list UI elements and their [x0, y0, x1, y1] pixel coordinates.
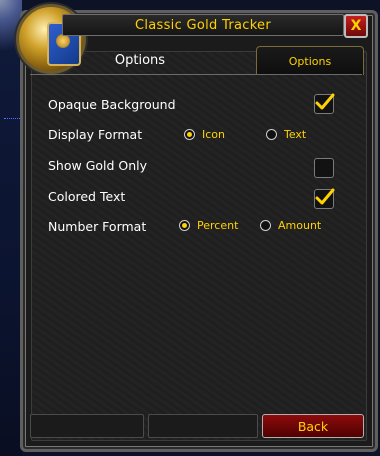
option-row-opaque-background: Opaque Background [48, 94, 176, 114]
radio-label: Text [284, 128, 307, 141]
number-format-amount-radio[interactable]: Amount [260, 219, 321, 232]
opaque-background-checkbox[interactable] [314, 93, 335, 114]
radio-dot-selected [179, 220, 190, 231]
option-label: Show Gold Only [48, 157, 148, 173]
check-icon [315, 188, 335, 205]
window-footer: Back [30, 414, 364, 440]
radio-label: Icon [202, 128, 225, 141]
background-dotted-marker [4, 118, 20, 125]
option-row-show-gold-only: Show Gold Only [48, 155, 147, 175]
option-row-display-format: Display Format [48, 124, 142, 144]
options-tabs: Options Options [30, 46, 364, 75]
back-button[interactable]: Back [262, 414, 364, 438]
display-format-icon-radio[interactable]: Icon [184, 128, 225, 141]
close-button[interactable]: X [344, 14, 368, 38]
radio-label: Percent [197, 219, 239, 232]
tab-options-active[interactable]: Options [256, 46, 364, 75]
window-title: Classic Gold Tracker [134, 17, 271, 33]
option-label: Display Format [48, 126, 143, 142]
number-format-percent-radio[interactable]: Percent [179, 219, 238, 232]
footer-slot-left [30, 414, 144, 438]
tab-divider [30, 74, 362, 75]
check-icon [315, 93, 335, 110]
option-label: Number Format [48, 218, 147, 234]
option-row-colored-text: Colored Text [48, 186, 125, 206]
option-label: Opaque Background [48, 96, 176, 112]
colored-text-checkbox[interactable] [314, 188, 335, 209]
game-background-left [0, 0, 22, 456]
tab-options-left[interactable]: Options [30, 46, 250, 74]
display-format-text-radio[interactable]: Text [266, 128, 306, 141]
close-icon: X [350, 18, 362, 34]
option-label: Colored Text [48, 188, 126, 204]
radio-dot [260, 220, 271, 231]
show-gold-only-checkbox[interactable] [314, 158, 334, 178]
radio-dot [266, 129, 277, 140]
footer-slot-middle [148, 414, 258, 438]
back-button-label: Back [297, 418, 329, 434]
option-row-number-format: Number Format [48, 216, 146, 236]
radio-dot-selected [184, 129, 195, 140]
radio-label: Amount [278, 219, 322, 232]
window-titlebar[interactable]: Classic Gold Tracker [62, 14, 344, 36]
